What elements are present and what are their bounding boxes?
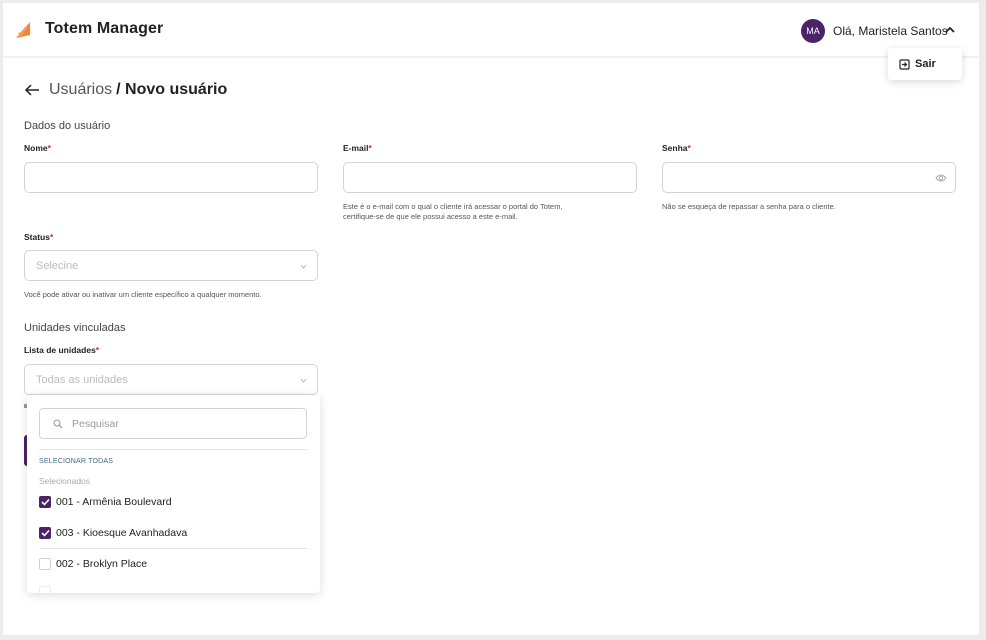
logout-menu-item[interactable]: Sair	[888, 48, 962, 80]
unit-option-label: 001 - Armênia Boulevard	[56, 496, 172, 508]
unit-option-label: 003 - Kioesque Avanhadava	[56, 527, 188, 539]
name-label: Nome*	[24, 143, 51, 153]
checkbox-unchecked-icon[interactable]	[39, 558, 51, 570]
status-select[interactable]: Selecine	[24, 250, 318, 281]
back-arrow-icon[interactable]	[24, 83, 40, 97]
status-label: Status*	[24, 232, 54, 242]
logout-icon	[899, 58, 910, 70]
user-data-section-title: Dados do usuário	[24, 120, 111, 132]
checkbox-checked-icon[interactable]	[39, 496, 51, 508]
units-list-label: Lista de unidades*	[24, 345, 100, 355]
status-hint: Você pode ativar ou inativar um cliente …	[24, 290, 262, 299]
app-window: Totem Manager MA Olá, Maristela Santos S…	[3, 3, 979, 635]
breadcrumb: Usuários / Novo usuário	[24, 81, 227, 99]
user-greeting[interactable]: Olá, Maristela Santos	[833, 24, 948, 38]
chevron-down-icon	[300, 378, 307, 383]
units-search-input[interactable]: Pesquisar	[39, 408, 307, 439]
password-input[interactable]	[662, 162, 956, 193]
checkbox-checked-icon[interactable]	[39, 527, 51, 539]
page-title: / Novo usuário	[116, 81, 228, 98]
chevron-up-icon[interactable]	[943, 25, 957, 35]
email-input[interactable]	[343, 162, 637, 193]
top-bar: Totem Manager MA Olá, Maristela Santos	[3, 3, 979, 57]
password-hint: Não se esqueça de repassar a senha para …	[662, 202, 836, 211]
eye-icon[interactable]	[935, 173, 947, 183]
name-input[interactable]	[24, 162, 318, 193]
unit-option-label: 002 - Broklyn Place	[56, 558, 148, 570]
email-label: E-mail*	[343, 143, 372, 153]
breadcrumb-parent-link[interactable]: Usuários	[49, 81, 112, 99]
selected-group-label: Selecionados	[39, 476, 91, 486]
logout-label: Sair	[915, 58, 936, 70]
unit-option[interactable]: 003 - Kioesque Avanhadava	[39, 527, 187, 539]
email-hint: Este é o e-mail com o qual o cliente irá…	[343, 202, 563, 221]
unit-option[interactable]: 002 - Broklyn Place	[39, 558, 147, 570]
select-all-link[interactable]: SELECIONAR TODAS	[39, 458, 113, 465]
app-title: Totem Manager	[45, 20, 164, 37]
unit-option-partially-hidden[interactable]	[39, 586, 51, 593]
unit-option[interactable]: 001 - Armênia Boulevard	[39, 496, 172, 508]
totem-logo-icon	[16, 22, 30, 38]
search-placeholder: Pesquisar	[72, 417, 119, 430]
chevron-down-icon	[300, 264, 307, 269]
units-placeholder: Todas as unidades	[36, 373, 128, 386]
checkbox-unchecked-icon[interactable]	[39, 586, 51, 593]
units-dropdown-panel: Pesquisar SELECIONAR TODAS Selecionados …	[27, 395, 320, 593]
password-label: Senha*	[662, 143, 691, 153]
avatar[interactable]: MA	[801, 19, 825, 43]
units-select[interactable]: Todas as unidades	[24, 364, 318, 395]
units-section-title: Unidades vinculadas	[24, 322, 126, 334]
search-icon	[53, 418, 63, 428]
divider	[39, 548, 307, 549]
divider	[39, 449, 307, 450]
status-placeholder: Selecine	[36, 259, 79, 272]
